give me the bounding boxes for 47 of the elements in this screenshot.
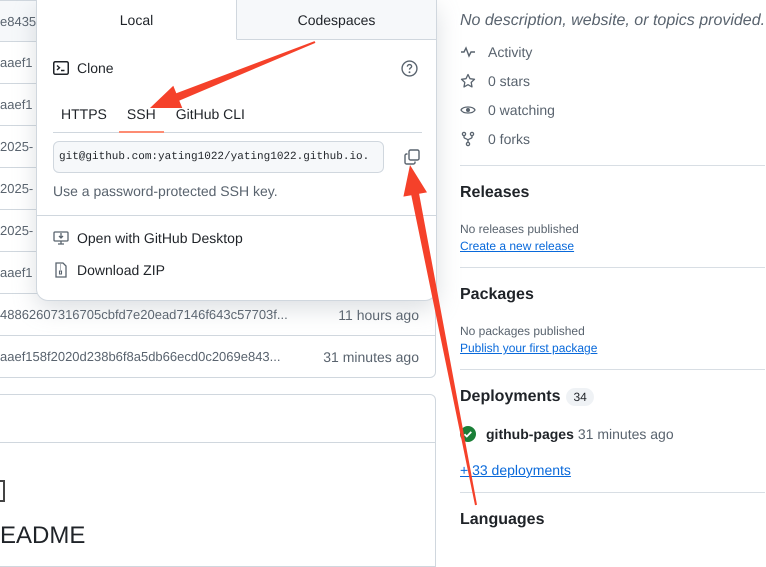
commit-message: aaef1 [0,265,33,280]
commit-message: aaef1 [0,55,33,70]
create-release-link[interactable]: Create a new release [460,239,574,253]
fork-icon [460,131,476,147]
bracket-icon [0,480,6,502]
menu-item[interactable]: Download ZIP [53,260,420,280]
readme-heading: EADME [0,522,86,550]
commit-message: e8435 [0,14,36,28]
tab[interactable]: Codespaces [237,0,436,40]
copy-icon[interactable] [404,149,420,165]
commit-time: 11 hours ago [338,306,419,322]
commit-message: 2025- [0,181,34,196]
protocol-tab[interactable]: GitHub CLI [168,96,253,133]
commit-message: 48862607316705cbfd7e20ead7146f643c57703f... [0,307,288,322]
more-deployments-link[interactable]: + 33 deployments [460,462,571,478]
empty-note: No packages published [460,324,586,338]
deployment-time: 31 minutes ago [578,426,674,442]
stat-link[interactable]: 0 watching [460,100,766,120]
ssh-hint: Use a password-protected SSH key. [53,182,279,201]
clone-title: Clone [77,60,114,76]
stat-link[interactable]: 0 stars [460,71,766,91]
commit-message: 2025- [0,139,34,154]
tab[interactable]: Local [37,0,237,40]
repo-description: No description, website, or topics provided. [460,12,766,30]
stat-link[interactable]: 0 forks [460,129,766,149]
publish-package-link[interactable]: Publish your first package [460,341,598,355]
section-heading: Deployments [460,388,560,406]
desktop-download-icon [53,230,69,246]
menu-item[interactable]: Open with GitHub Desktop [53,228,420,248]
commit-message: aaef1 [0,97,33,112]
pulse-icon [460,44,476,60]
url-field[interactable]: git@github.com:yating1022/yating1022.github.io. [53,141,384,173]
terminal-icon [53,61,69,75]
commit-time: 31 minutes ago [323,348,419,364]
empty-note: No releases published [460,222,580,236]
section-heading: Packages [460,286,535,304]
protocol-tab[interactable]: HTTPS [53,96,115,133]
zip-file-icon [53,262,69,278]
star-icon [460,73,476,89]
help-icon[interactable] [401,60,418,76]
stat-link[interactable]: Activity [460,42,766,62]
section-heading: Releases [460,184,530,202]
deployment-link[interactable]: github-pages [486,426,574,442]
section-heading: Languages [460,511,546,529]
commit-message: aaef158f2020d238b6f8a5db66ecd0c2069e843... [0,349,280,364]
count-badge: 34 [566,388,594,406]
commit-message: 2025- [0,223,34,238]
